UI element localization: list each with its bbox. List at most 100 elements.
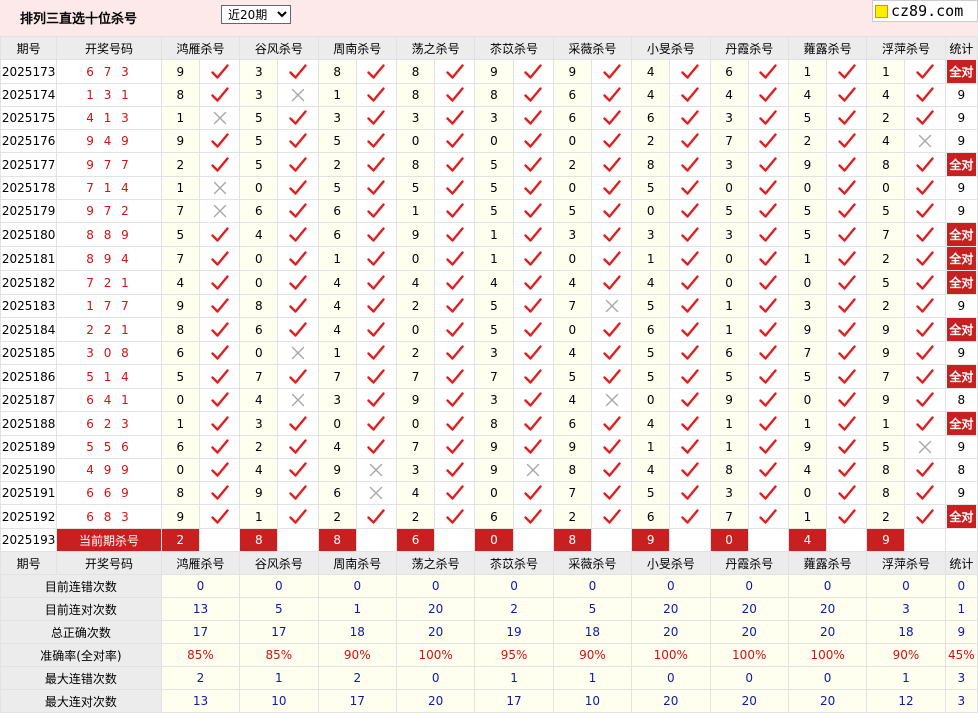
check-icon — [590, 270, 633, 295]
stat-count: 9 — [957, 88, 966, 102]
header-col-6: 苶苡杀号 — [474, 36, 554, 60]
header-col-4: 周南杀号 — [317, 36, 397, 60]
summary-value: 20 — [395, 620, 476, 644]
check-icon — [826, 294, 868, 318]
header-col-10: 蕹露杀号 — [787, 36, 868, 60]
current-period-row: 2025193 当前期杀号 2 8 8 6 0 8 9 0 4 9 — [0, 528, 978, 552]
kill-number-cell: 3 — [239, 83, 279, 107]
check-icon — [198, 129, 241, 153]
check-icon — [669, 199, 711, 223]
stat-cell: 9 — [944, 129, 978, 153]
summary-header-col-5: 荡之杀号 — [395, 551, 476, 575]
current-kill-value: 2 — [160, 528, 200, 552]
kill-number-cell: 3 — [317, 388, 357, 412]
summary-value: 20 — [709, 597, 789, 621]
check-icon — [512, 481, 554, 505]
check-icon — [355, 341, 397, 365]
table-row: 2025192 6 8 3 9 1 2 2 6 2 6 7 1 2 全对 — [0, 504, 978, 529]
kill-number-cell: 7 — [552, 294, 592, 318]
table-row: 2025173 6 7 3 9 3 8 8 9 9 4 6 1 1 全对 — [0, 59, 978, 84]
all-correct-badge: 全对 — [946, 412, 976, 435]
summary-value: 45% — [944, 643, 978, 667]
period-cell: 2025175 — [0, 106, 58, 130]
period-cell: 2025179 — [0, 199, 58, 223]
summary-header-col-1: 开奖号码 — [56, 551, 162, 575]
check-icon — [198, 481, 241, 505]
kill-number-cell: 2 — [395, 341, 436, 365]
period-cell: 2025186 — [0, 364, 58, 389]
kill-number-cell: 8 — [317, 59, 357, 84]
kill-number-cell: 9 — [552, 59, 592, 84]
summary-header-col-7: 采薇杀号 — [552, 551, 633, 575]
check-icon — [904, 294, 946, 318]
check-icon — [512, 222, 554, 247]
check-icon — [904, 270, 946, 295]
kill-number-cell: 8 — [160, 481, 200, 505]
check-icon — [590, 341, 633, 365]
kill-number-cell: 9 — [160, 504, 200, 529]
period-cell: 2025177 — [0, 152, 58, 177]
stat-count: 9 — [957, 486, 966, 500]
kill-number-cell: 9 — [866, 341, 906, 365]
kill-number-cell: 1 — [787, 411, 828, 436]
kill-number-cell: 6 — [317, 199, 357, 223]
check-icon — [590, 83, 633, 107]
kill-number-cell: 4 — [631, 270, 671, 295]
check-icon — [434, 129, 476, 153]
check-icon — [355, 176, 397, 200]
summary-header-col-8: 小旻杀号 — [631, 551, 711, 575]
period-select[interactable]: 近20期 — [221, 5, 291, 24]
kill-number-cell: 5 — [474, 176, 514, 200]
draw-number-cell: 9 4 9 — [56, 129, 162, 153]
kill-number-cell: 8 — [631, 152, 671, 177]
check-icon — [904, 481, 946, 505]
check-icon — [277, 411, 319, 436]
check-icon — [590, 176, 633, 200]
kill-number-cell: 9 — [395, 388, 436, 412]
kill-number-cell: 1 — [631, 435, 671, 459]
kill-number-cell: 8 — [474, 411, 514, 436]
check-icon — [355, 222, 397, 247]
check-icon — [747, 364, 789, 389]
check-icon — [747, 388, 789, 412]
check-icon — [747, 411, 789, 436]
kill-number-cell: 6 — [317, 481, 357, 505]
kill-number-cell: 2 — [395, 294, 436, 318]
table-row: 2025182 7 2 1 4 0 4 4 4 4 4 0 0 5 全对 — [0, 270, 978, 295]
kill-number-cell: 6 — [631, 504, 671, 529]
check-icon — [355, 129, 397, 153]
kill-number-cell: 0 — [160, 388, 200, 412]
current-empty-cell — [904, 528, 946, 552]
kill-number-cell: 2 — [160, 152, 200, 177]
check-icon — [590, 246, 633, 271]
kill-number-cell: 5 — [631, 341, 671, 365]
draw-number-cell: 9 7 2 — [56, 199, 162, 223]
draw-number-cell: 5 1 4 — [56, 364, 162, 389]
check-icon — [434, 199, 476, 223]
kill-number-cell: 9 — [866, 317, 906, 342]
kill-number-cell: 1 — [787, 246, 828, 271]
kill-number-cell: 1 — [317, 83, 357, 107]
table-row: 2025177 9 7 7 2 5 2 8 5 2 8 3 9 8 全对 — [0, 152, 978, 177]
kill-number-cell: 9 — [239, 481, 279, 505]
kill-number-cell: 0 — [474, 481, 514, 505]
kill-number-cell: 0 — [395, 411, 436, 436]
summary-value: 100% — [631, 643, 711, 667]
check-icon — [277, 199, 319, 223]
check-icon — [826, 388, 868, 412]
current-empty-cell — [198, 528, 241, 552]
stat-cell: 9 — [944, 199, 978, 223]
check-icon — [434, 294, 476, 318]
period-cell: 2025191 — [0, 481, 58, 505]
header-col-2: 鸿雁杀号 — [160, 36, 241, 60]
check-icon — [198, 341, 241, 365]
kill-number-cell: 3 — [709, 222, 749, 247]
kill-number-cell: 9 — [787, 435, 828, 459]
kill-number-cell: 4 — [866, 129, 906, 153]
check-icon — [355, 83, 397, 107]
check-icon — [355, 411, 397, 436]
draw-number-cell: 8 9 4 — [56, 246, 162, 271]
kill-number-cell: 5 — [631, 481, 671, 505]
site-logo[interactable]: cz89.com — [872, 0, 978, 22]
kill-number-cell: 7 — [709, 504, 749, 529]
